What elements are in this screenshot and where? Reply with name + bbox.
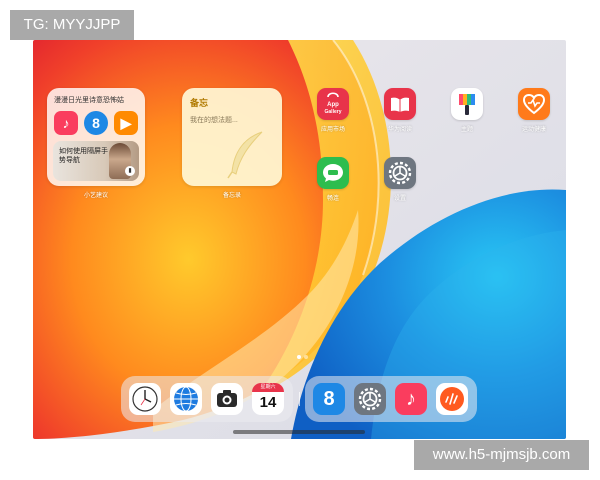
notes-label: 备忘录 <box>222 193 241 199</box>
calendar-day: 14 <box>259 394 277 411</box>
page-dot-active[interactable] <box>297 355 301 359</box>
gear-icon <box>388 161 412 185</box>
clock-icon[interactable] <box>129 383 161 415</box>
voice-wave-glyph <box>440 387 464 411</box>
books-icon[interactable] <box>384 88 416 120</box>
notes-placeholder: 我在的想法题... <box>190 117 238 124</box>
globe-icon[interactable] <box>170 383 202 415</box>
gear-icon <box>358 387 382 411</box>
health-label: 运动健康 <box>521 127 546 133</box>
camera-icon[interactable] <box>211 383 243 415</box>
globe-glyph <box>174 386 198 412</box>
browser-8-icon[interactable]: 8 <box>313 383 345 415</box>
clock-face <box>132 386 158 412</box>
themes-label: 主题 <box>460 127 473 133</box>
voice-assistant-icon[interactable] <box>436 383 468 415</box>
themes-icon[interactable] <box>451 88 483 120</box>
svg-text:Gallery: Gallery <box>325 109 342 115</box>
dock-divider <box>299 392 300 406</box>
play-icon[interactable]: ▮ <box>125 166 135 176</box>
open-book-glyph <box>391 97 409 112</box>
svg-text:App: App <box>327 102 339 108</box>
settings-icon[interactable] <box>384 157 416 189</box>
notes-title: 备忘 <box>190 98 209 108</box>
gesture-tip-card[interactable]: 如何使用隔屏手势导航 ▮ <box>53 141 139 181</box>
settings-label: 设置 <box>393 196 406 202</box>
suggestions-widget[interactable]: 漫漫日光里诗意恐怖姑 ♪ 8 ▶ 如何使用隔屏手势导航 ▮ <box>47 88 145 186</box>
dock-left: 星期六 14 <box>121 376 293 422</box>
camera-glyph <box>217 390 237 407</box>
suggestions-title: 漫漫日光里诗意恐怖姑 <box>54 97 124 104</box>
watermark-site: www.h5-mjmsjb.com <box>414 440 589 470</box>
health-icon[interactable] <box>518 88 550 120</box>
app-gallery-label: 应用市场 <box>320 127 345 133</box>
chat-bubble-glyph <box>323 164 343 182</box>
video-mini-icon[interactable]: ▶ <box>114 111 138 135</box>
app-gallery-icon[interactable]: App Gallery <box>317 88 349 120</box>
browser-mini-icon[interactable]: 8 <box>84 111 108 135</box>
messages-icon[interactable] <box>317 157 349 189</box>
dock-settings-icon[interactable] <box>354 383 386 415</box>
feather-icon <box>227 131 263 179</box>
suggestions-label: 小艺建议 <box>83 193 108 199</box>
home-indicator[interactable] <box>233 430 365 434</box>
paintbrush-glyph <box>459 94 475 115</box>
health-heart-glyph <box>522 93 546 115</box>
music-icon[interactable]: ♪ <box>395 383 427 415</box>
calendar-weekday: 星期六 <box>252 383 284 392</box>
notes-widget[interactable]: 备忘 我在的想法题... <box>182 88 282 186</box>
messages-label: 畅连 <box>326 196 339 202</box>
calendar-icon[interactable]: 星期六 14 <box>252 383 284 415</box>
watermark-tg: TG: MYYJJPP <box>10 10 134 40</box>
dock-right: 8 ♪ <box>305 376 477 422</box>
gesture-tip-text: 如何使用隔屏手势导航 <box>59 148 108 164</box>
books-label: 华为阅读 <box>387 127 412 133</box>
page-dot[interactable] <box>304 355 308 359</box>
app-gallery-glyph: App Gallery <box>325 92 342 115</box>
tablet-home-screen: 漫漫日光里诗意恐怖姑 ♪ 8 ▶ 如何使用隔屏手势导航 ▮ 小艺建议 备忘 我在… <box>33 40 566 439</box>
music-mini-icon[interactable]: ♪ <box>54 111 78 135</box>
